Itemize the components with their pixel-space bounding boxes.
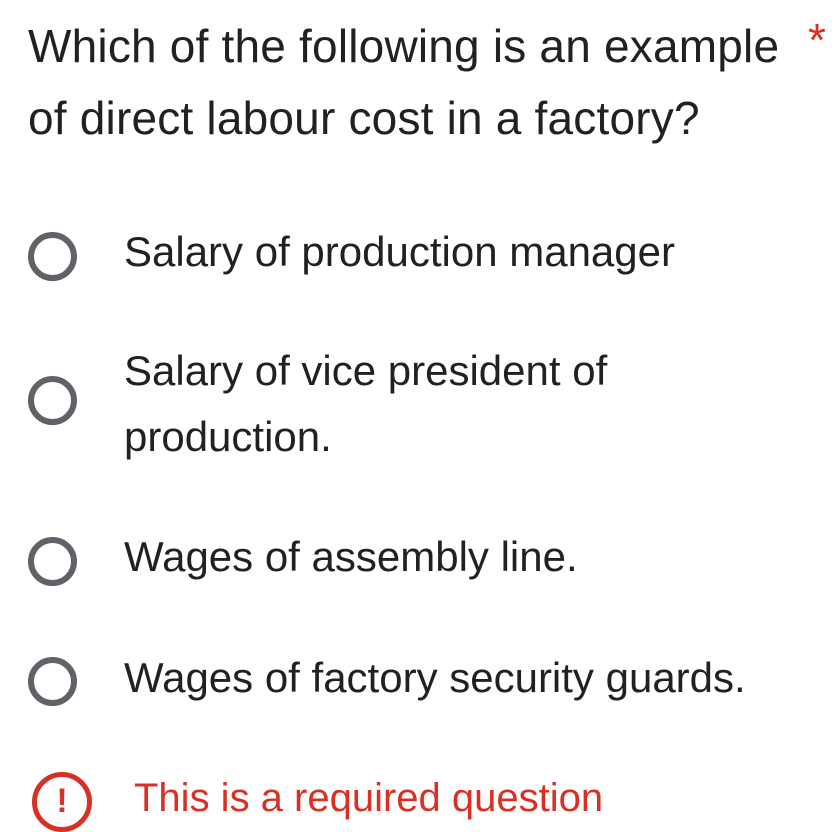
radio-button[interactable]: [28, 376, 77, 425]
required-asterisk: *: [808, 14, 826, 66]
option-label: Wages of factory security guards.: [124, 654, 746, 701]
error-message: This is a required question: [134, 776, 604, 820]
radio-button[interactable]: [28, 657, 77, 706]
radio-button[interactable]: [28, 537, 77, 586]
radio-button[interactable]: [28, 232, 77, 281]
option-label: Wages of assembly line.: [124, 533, 578, 580]
option-2[interactable]: Salary of vice president of production.: [0, 338, 840, 478]
error-exclamation-icon: !: [32, 772, 92, 832]
option-3[interactable]: Wages of assembly line.: [0, 527, 840, 597]
option-label: Salary of production manager: [124, 228, 675, 275]
option-1[interactable]: Salary of production manager: [0, 222, 840, 292]
option-label: Salary of vice president of production.: [124, 347, 608, 460]
option-4[interactable]: Wages of factory security guards.: [0, 647, 840, 717]
validation-error: ! This is a required question: [0, 760, 840, 832]
question-title: Which of the following is an example of …: [28, 20, 780, 144]
